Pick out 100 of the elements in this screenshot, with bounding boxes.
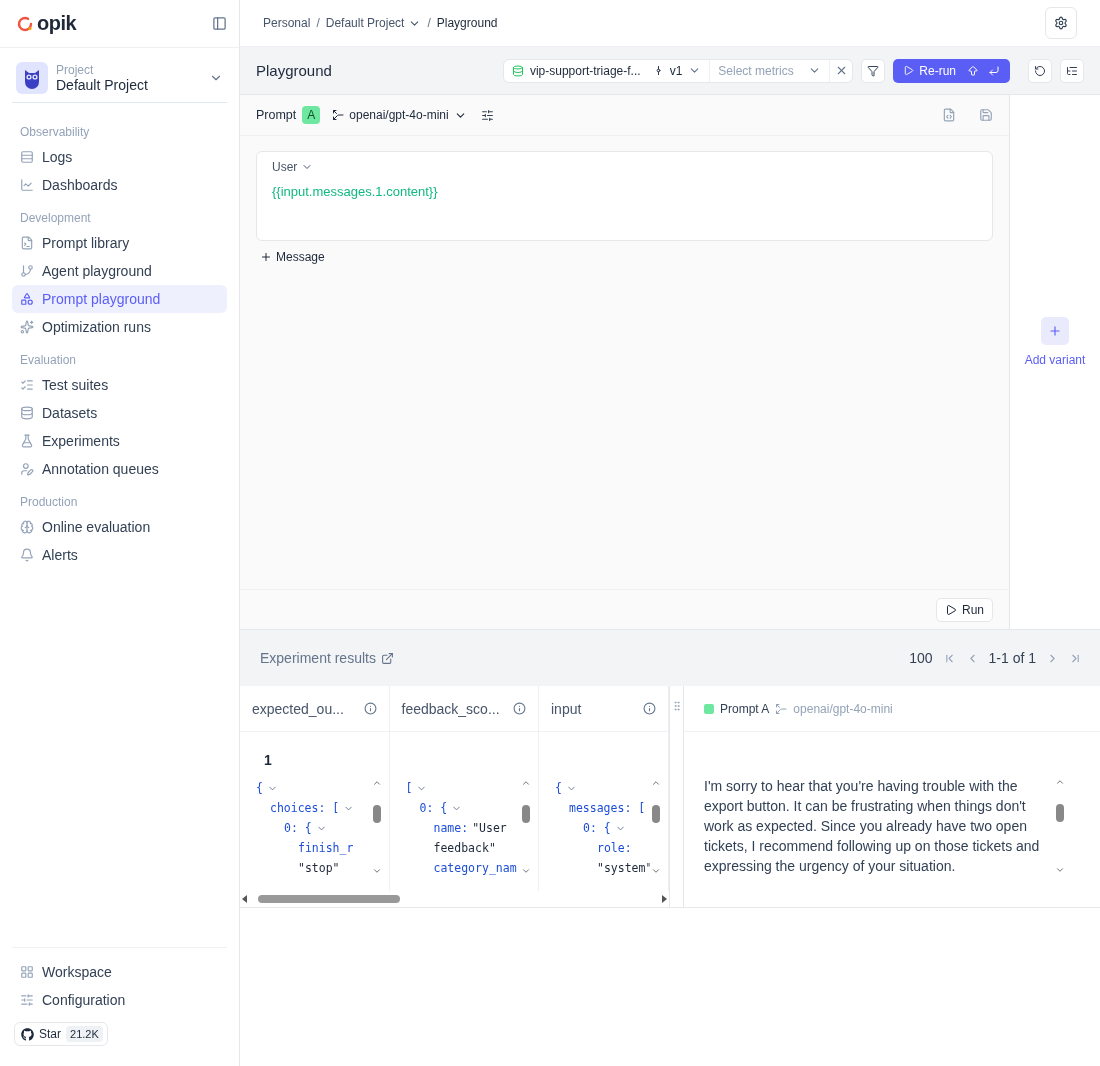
scrollbar-thumb[interactable] [258, 895, 400, 903]
nav-item[interactable]: Prompt library [12, 229, 227, 257]
role-select[interactable]: User [272, 160, 977, 174]
reset-button[interactable] [1028, 58, 1052, 83]
page-title: Playground [256, 62, 333, 79]
scrollbar-thumb[interactable] [1056, 804, 1064, 822]
logo-icon [16, 14, 34, 33]
add-variant-button[interactable] [1041, 317, 1069, 345]
dataset-select[interactable]: vip-support-triage-f... v1 [503, 59, 711, 82]
json-key: { [555, 778, 562, 798]
breadcrumb[interactable]: Playground [436, 16, 498, 30]
project-selector[interactable]: Project Default Project [12, 48, 227, 103]
info-icon [643, 702, 656, 715]
project-caption: Project [56, 63, 95, 77]
scrollbar-thumb[interactable] [372, 805, 381, 823]
github-star-button[interactable]: Star 21.2K [14, 1022, 108, 1046]
column-header[interactable]: input [539, 686, 668, 732]
json-key: 0: { [419, 798, 448, 818]
sparkles-icon [20, 320, 34, 334]
external-link-icon [380, 651, 394, 665]
plus-icon [1048, 324, 1062, 338]
run-button[interactable]: Run [936, 597, 993, 622]
page-size[interactable]: 100 [909, 650, 933, 666]
json-key: messages: [ [569, 798, 646, 818]
json-key: name: [433, 818, 469, 838]
breadcrumb[interactable]: Personal [263, 16, 311, 30]
nav-item[interactable]: Dashboards [12, 171, 227, 199]
scroll-down-icon[interactable] [1055, 865, 1065, 875]
column-header[interactable]: expected_ou... [240, 686, 389, 732]
json-key: { [256, 778, 263, 798]
prompt-label: Prompt [256, 108, 297, 122]
output-prompt-label: Prompt A [720, 701, 770, 716]
nav-item[interactable]: Datasets [12, 399, 227, 427]
rows-icon [20, 150, 34, 164]
nav-item[interactable]: Agent playground [12, 257, 227, 285]
star-label: Star [39, 1027, 61, 1041]
json-key: category_nam [433, 858, 517, 878]
scroll-down-icon[interactable] [651, 866, 661, 876]
nav-item[interactable]: Logs [12, 143, 227, 171]
scroll-down-icon[interactable] [371, 866, 382, 876]
panel-toggle-icon[interactable] [212, 16, 227, 31]
nav-item[interactable]: Optimization runs [12, 313, 227, 341]
scroll-down-icon[interactable] [521, 866, 531, 876]
nav-item[interactable]: Configuration [12, 986, 227, 1014]
database-icon [20, 406, 34, 420]
rerun-button[interactable]: Re-run [893, 58, 1010, 83]
rotate-icon [1034, 64, 1046, 77]
settings-button[interactable] [1045, 7, 1077, 39]
nav-item[interactable]: Annotation queues [12, 455, 227, 483]
scroll-left-icon[interactable] [242, 895, 248, 903]
star-count: 21.2K [66, 1026, 103, 1042]
json-key: 0: { [583, 818, 611, 838]
project-name: Default Project [56, 77, 149, 93]
file-icon [20, 236, 34, 250]
json-key: [ [405, 778, 413, 798]
checklist-icon [20, 378, 34, 392]
scrollbar-thumb[interactable] [522, 805, 530, 823]
column-header[interactable]: feedback_sco... [389, 686, 538, 732]
user-pen-icon [20, 462, 34, 476]
breadcrumb-separator: / [427, 16, 431, 30]
section-title: Production [19, 494, 79, 511]
scroll-up-icon[interactable] [651, 778, 661, 788]
scroll-up-icon[interactable] [1055, 777, 1065, 787]
nav-item[interactable]: Prompt playground [12, 285, 227, 313]
scroll-right-icon[interactable] [661, 895, 667, 903]
section-title: Observability [19, 124, 91, 141]
enter-key-icon [988, 64, 1000, 77]
json-key: role: [597, 838, 632, 858]
play-icon [903, 65, 915, 76]
nav-item[interactable]: Experiments [12, 427, 227, 455]
json-key: 0: { [284, 818, 312, 838]
scrollbar-thumb[interactable] [652, 805, 660, 823]
add-message-button[interactable]: Message [260, 250, 993, 264]
shift-key-icon [967, 64, 979, 77]
json-key: choices: [ [270, 798, 340, 818]
section-title: Evaluation [19, 352, 78, 369]
nav-item[interactable]: Alerts [12, 541, 227, 569]
nav-item[interactable]: Online evaluation [12, 513, 227, 541]
chart-icon [20, 178, 34, 192]
scroll-up-icon[interactable] [371, 778, 382, 788]
add-variant-link[interactable]: Add variant [1024, 353, 1086, 367]
model-select[interactable]: openai/gpt-4o-mini [332, 108, 467, 122]
settings-sliders-icon[interactable] [480, 108, 494, 122]
breadcrumb[interactable]: Default Project [325, 16, 422, 30]
filter-button[interactable] [861, 58, 886, 83]
logo[interactable]: opik [16, 12, 77, 35]
owl-avatar-icon [16, 62, 48, 94]
results-link[interactable]: Experiment results [260, 650, 394, 666]
json-value: "stop" [298, 860, 340, 877]
json-value: "system" [597, 860, 650, 877]
brain-icon [20, 520, 34, 534]
output-text: I'm sorry to hear that you're having trouble with the export button. It can be frustrating when things don't work as expected. Since you already have two open tickets, I recommend following up on those tickets and expressing the urgency of your situation. [704, 777, 1041, 876]
filter-icon [867, 64, 880, 77]
nav-item[interactable]: Workspace [12, 958, 227, 986]
tree-view-button[interactable] [1060, 58, 1084, 83]
json-value: feedback" [433, 840, 496, 857]
nav-item[interactable]: Test suites [12, 371, 227, 399]
split-icon [332, 109, 345, 121]
scroll-up-icon[interactable] [521, 778, 531, 788]
flask-icon [20, 434, 34, 448]
